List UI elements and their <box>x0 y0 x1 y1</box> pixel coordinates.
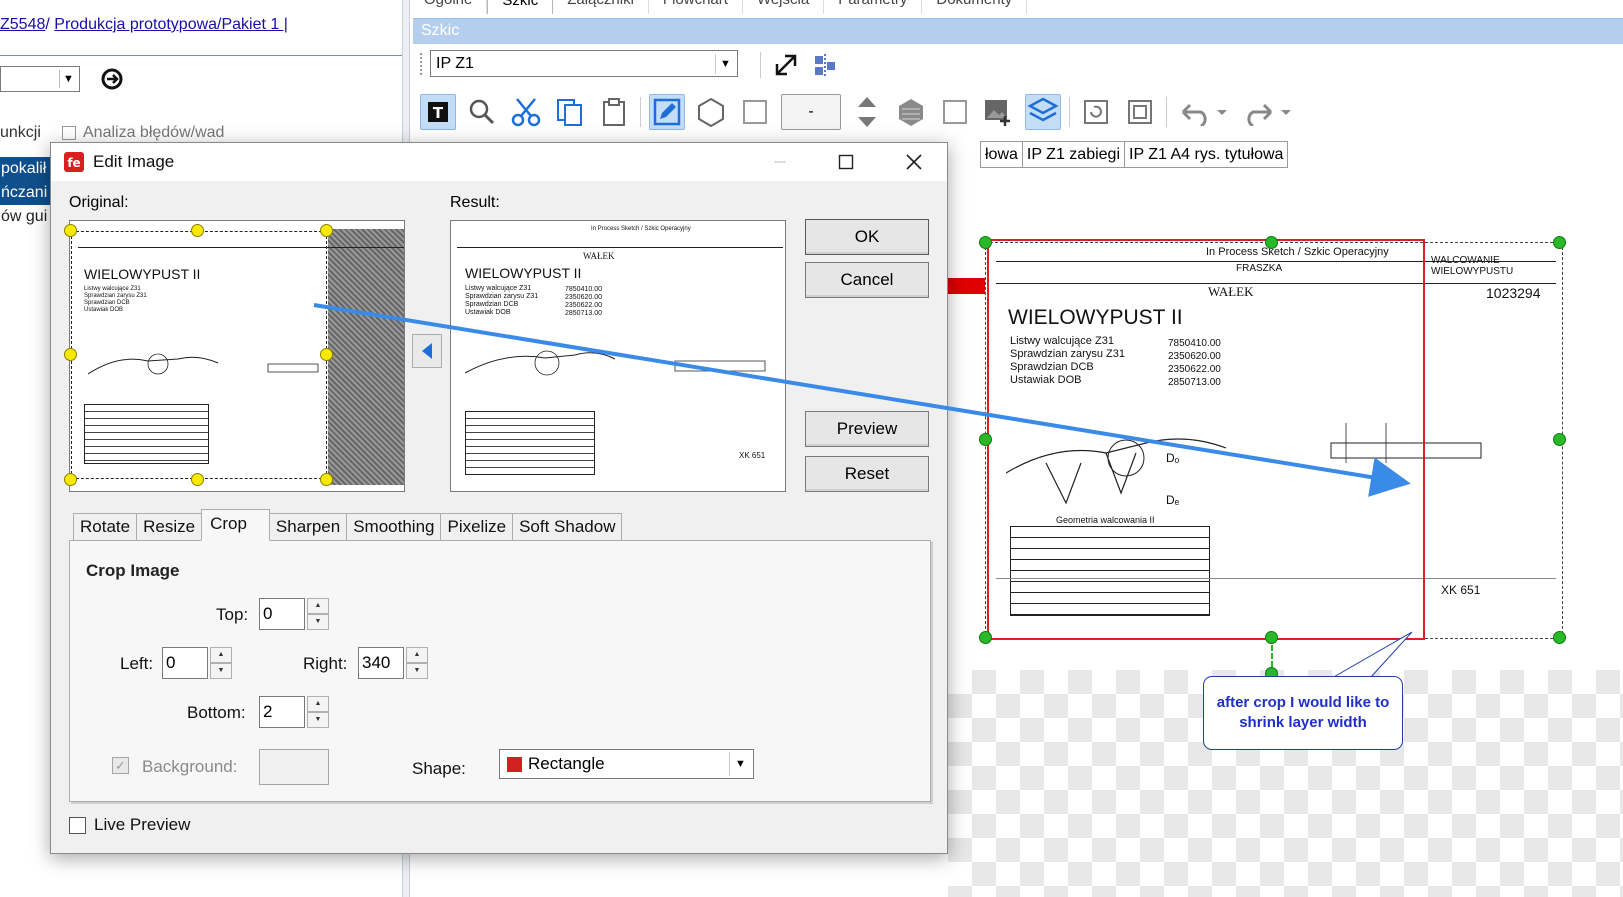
tab-crop[interactable]: Crop <box>201 509 270 541</box>
annotation-arrow <box>313 303 1411 497</box>
